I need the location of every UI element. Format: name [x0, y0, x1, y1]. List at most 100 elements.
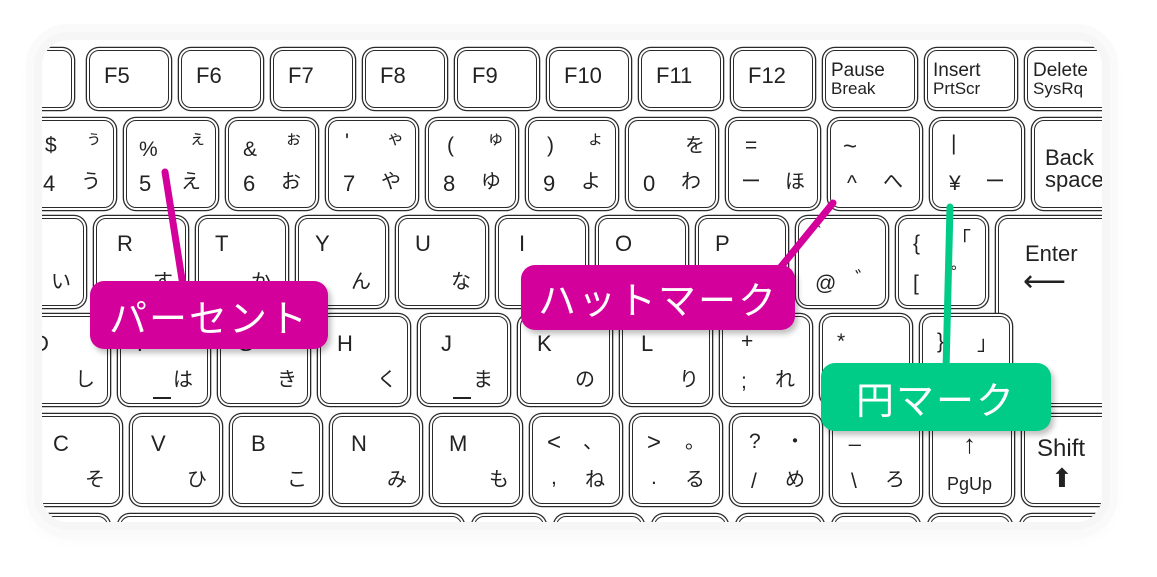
key-f9: F9	[457, 50, 537, 108]
key-caret: ~ ^ へ	[830, 120, 920, 208]
key-kana: み	[387, 467, 407, 491]
key-shift: }	[937, 330, 945, 353]
key-shift: |	[951, 132, 957, 155]
key-kana-shift: ゃ	[387, 129, 404, 149]
key-kana-shift: 。	[685, 429, 705, 453]
key-6: & ぉ 6 お	[228, 120, 316, 208]
key-kana: こ	[287, 467, 307, 491]
key-label: F8	[380, 63, 406, 88]
key-shift: $	[45, 134, 57, 157]
key-main: L	[641, 331, 654, 356]
key-kana: ひ	[187, 467, 207, 491]
key-shift: +	[741, 330, 754, 353]
key-label: Insert	[933, 60, 981, 81]
key-main: R	[117, 231, 133, 256]
percent-callout: パーセント	[90, 281, 328, 349]
key-main: I	[519, 231, 526, 256]
key-f4	[42, 50, 72, 108]
key-label: Enter	[1025, 241, 1078, 266]
key-f8: F8	[365, 50, 445, 108]
key-kana-shift: ・	[785, 429, 805, 453]
key-main: ,	[551, 466, 557, 489]
key-f10: F10	[549, 50, 629, 108]
key-space	[120, 516, 462, 522]
hat-callout: ハットマーク	[521, 265, 795, 330]
key-kana: そ	[85, 467, 105, 491]
key-4: $ ぅ 4 う	[42, 120, 114, 208]
key-kana-shift: 「	[951, 227, 971, 251]
key-kana-shift: ぅ	[85, 129, 102, 149]
key-kana-shift: ぉ	[285, 129, 302, 149]
key-8: ( ゅ 8 ゆ	[428, 120, 516, 208]
key-partial	[738, 516, 822, 522]
key-main: .	[651, 466, 657, 489]
key-main: M	[449, 431, 468, 456]
key-label: F11	[656, 63, 693, 88]
key-kana: や	[381, 169, 401, 193]
key-e: い	[42, 218, 84, 306]
key-main: /	[751, 470, 757, 493]
key-label: F7	[288, 63, 314, 88]
key-main: 7	[343, 171, 356, 196]
key-pause-break: Pause Break	[825, 50, 915, 108]
key-shift: ~	[843, 133, 858, 160]
key-main: 0	[643, 171, 656, 196]
yen-callout: 円マーク	[821, 363, 1051, 431]
key-label: Shift	[1037, 435, 1086, 462]
key-kana: の	[575, 367, 595, 391]
key-label: Delete	[1033, 60, 1088, 81]
key-kana: ね	[585, 467, 605, 491]
key-kana: も	[489, 467, 509, 491]
key-main: V	[151, 431, 166, 456]
key-kana: な	[451, 269, 471, 293]
key-insert-prtscr: Insert PrtScr	[927, 50, 1015, 108]
key-kana: ほ	[785, 169, 805, 193]
key-kana: お	[281, 169, 301, 193]
key-kana: ゛	[855, 267, 875, 291]
key-kana: ゆ	[481, 169, 501, 193]
key-kana: う	[81, 169, 101, 193]
key-n: N み	[332, 416, 420, 504]
key-partial	[1022, 516, 1102, 522]
key-partial	[474, 516, 544, 522]
shift-arrow-icon: ⬆	[1051, 463, 1073, 493]
key-kana: ゜	[951, 263, 971, 287]
key-main: D	[42, 333, 49, 355]
key-partial	[556, 516, 642, 522]
key-minus: = ー ほ	[728, 120, 818, 208]
key-label: F6	[196, 63, 222, 88]
hat-callout-label: ハットマーク	[537, 279, 778, 323]
key-shift: `	[815, 222, 822, 245]
key-kana: へ	[883, 169, 903, 193]
key-period: > 。 . る	[632, 416, 720, 504]
key-shift: <	[547, 429, 562, 456]
key-partial	[930, 516, 1010, 522]
key-main: C	[53, 431, 69, 456]
key-kana: わ	[681, 169, 701, 193]
key-kana-shift: 」	[977, 331, 997, 355]
key-partial	[654, 516, 726, 522]
key-m: M も	[432, 416, 520, 504]
key-main: H	[337, 331, 353, 356]
key-0: を 0 わ	[628, 120, 716, 208]
key-sublabel: Break	[831, 79, 876, 98]
home-position-bump	[453, 397, 471, 399]
key-shift: %	[139, 138, 158, 161]
key-shift: )	[547, 134, 554, 157]
key-shift: ?	[749, 430, 761, 453]
key-kana: は	[173, 367, 193, 391]
key-backspace: Back space	[1034, 120, 1102, 208]
key-kana-shift: ぇ	[189, 129, 206, 149]
key-7: ' ゃ 7 や	[328, 120, 416, 208]
key-main: 6	[243, 171, 256, 196]
key-main: ^	[847, 172, 857, 195]
key-main: ;	[741, 370, 747, 393]
key-main: 5	[139, 171, 152, 196]
key-shift: >	[647, 429, 662, 456]
key-main: B	[251, 431, 266, 456]
key-label: Pause	[831, 60, 885, 81]
key-main: J	[441, 331, 452, 356]
key-kana: ん	[351, 269, 371, 293]
key-shift: =	[745, 134, 758, 157]
key-u: U な	[398, 218, 486, 306]
